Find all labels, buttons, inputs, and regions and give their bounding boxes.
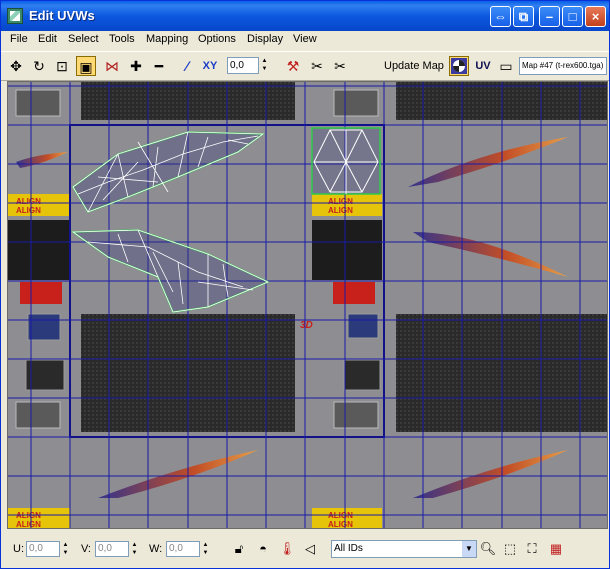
w-coordinate-input[interactable]: 0,0 [166, 541, 200, 557]
scale-icon[interactable]: ⊡ [52, 56, 72, 76]
hide-icon[interactable]: ◓ [254, 540, 272, 558]
offset-spinner-input[interactable]: 0,0 [227, 57, 259, 74]
uv-editor-viewport[interactable]: ALIGN ALIGN ALIGN ALIGN ALIGN ALIGN ALIG… [7, 81, 608, 529]
app-icon [7, 8, 23, 24]
menu-options[interactable]: Options [198, 33, 236, 45]
dock-window-button[interactable]: ⧉ [513, 6, 534, 27]
gadget-thumbnail [27, 313, 61, 341]
brand-3d-text: 3D [300, 320, 313, 331]
chevron-down-icon[interactable]: ▼ [462, 541, 476, 557]
grid-snap-icon[interactable]: ▦ [547, 540, 565, 558]
align-text: ALIGN [16, 197, 41, 206]
zoom-icon[interactable]: 🔍︎ [479, 540, 497, 558]
menu-file[interactable]: File [10, 33, 28, 45]
zoom-extents-icon[interactable]: ⛶ [523, 540, 541, 558]
lock-icon[interactable]: 🔓︎ [230, 540, 248, 558]
w-label: W: [149, 543, 163, 555]
update-map-button[interactable]: Update Map [384, 60, 444, 72]
contract-selection-icon[interactable]: ━ [149, 56, 169, 76]
menu-display[interactable]: Display [247, 33, 283, 45]
main-toolbar: ✥ ↻ ⊡ ▣ ⋈ ✚ ━ ∕ XY 0,0 ▲ ▼ ⚒ ✂ ✂ Update M… [1, 51, 609, 81]
align-text: ALIGN [16, 520, 41, 529]
gadget-thumbnail [347, 313, 379, 339]
offset-spinner-arrows[interactable]: ▲ ▼ [260, 57, 269, 74]
red-panel [333, 282, 375, 304]
checker-icon [451, 58, 467, 74]
minimize-button[interactable]: – [539, 6, 560, 27]
gadget-thumbnail [15, 401, 61, 429]
uv-shell-upper[interactable] [72, 131, 266, 213]
expand-selection-icon[interactable]: ✚ [126, 56, 146, 76]
id-filter-value: All IDs [334, 543, 363, 554]
align-text: ALIGN [328, 206, 353, 215]
menu-mapping[interactable]: Mapping [146, 33, 188, 45]
map-selector-dropdown[interactable]: Map #47 (t-rex600.tga) [519, 57, 607, 75]
maximize-button[interactable]: □ [562, 6, 583, 27]
align-text: ALIGN [328, 197, 353, 206]
menu-select[interactable]: Select [68, 33, 99, 45]
v-label: V: [81, 543, 91, 555]
uv-canvas[interactable]: ALIGN ALIGN ALIGN ALIGN ALIGN ALIGN ALIG… [8, 82, 608, 529]
w-spinner[interactable]: ▲ ▼ [201, 541, 210, 557]
gadget-thumbnail [333, 89, 379, 117]
mirror-icon[interactable]: ⋈ [102, 56, 122, 76]
show-map-icon[interactable] [449, 56, 469, 76]
display-options-icon[interactable]: ▭ [496, 56, 516, 76]
gadget-thumbnail [333, 401, 379, 429]
edit-uvws-window: Edit UVWs ⇔ ⧉ – □ × File Edit Select Too… [0, 0, 610, 569]
gadget-thumbnail [15, 89, 61, 117]
menu-edit[interactable]: Edit [38, 33, 57, 45]
decal-swoosh [16, 152, 68, 168]
title-bar[interactable]: Edit UVWs ⇔ ⧉ – □ × [1, 1, 609, 31]
menu-tools[interactable]: Tools [109, 33, 135, 45]
black-panel [8, 220, 70, 280]
black-panel [312, 220, 382, 280]
v-spinner[interactable]: ▲ ▼ [130, 541, 139, 557]
decal-swoosh [98, 450, 258, 498]
xy-icon[interactable]: XY [200, 56, 220, 76]
menu-view[interactable]: View [293, 33, 317, 45]
decal-swoosh [413, 450, 568, 498]
move-icon[interactable]: ✥ [6, 56, 26, 76]
rotate-icon[interactable]: ↻ [29, 56, 49, 76]
detach-icon[interactable]: ✂ [330, 56, 350, 76]
decal-swoosh [413, 232, 568, 277]
uv-shell-small[interactable] [311, 127, 381, 195]
gadget-thumbnail [25, 359, 65, 391]
edge-loop-icon[interactable]: ∕ [177, 56, 197, 76]
align-text: ALIGN [16, 206, 41, 215]
window-title: Edit UVWs [29, 8, 95, 23]
close-button[interactable]: × [585, 6, 606, 27]
gadget-thumbnail [343, 359, 381, 391]
v-coordinate-input[interactable]: 0,0 [95, 541, 129, 557]
id-filter-dropdown[interactable]: All IDs ▼ [331, 540, 477, 558]
break-icon[interactable]: ✂ [307, 56, 327, 76]
status-bar: U: 0,0 ▲ ▼ V: 0,0 ▲ ▼ W: 0,0 ▲ ▼ 🔓︎ ◓ 🌡︎ ◁ … [1, 533, 609, 568]
thermometer-icon[interactable]: 🌡︎ [278, 540, 296, 558]
align-text: ALIGN [328, 520, 353, 529]
decal-swoosh [408, 137, 568, 187]
weld-icon[interactable]: ⚒ [283, 56, 303, 76]
menu-bar: File Edit Select Tools Mapping Options D… [1, 31, 609, 50]
u-label: U: [13, 543, 24, 555]
u-coordinate-input[interactable]: 0,0 [26, 541, 60, 557]
red-panel [20, 282, 62, 304]
expand-window-button[interactable]: ⇔ [490, 6, 511, 27]
zoom-region-icon[interactable]: ⬚ [501, 540, 519, 558]
freeze-icon[interactable]: ◁ [301, 540, 319, 558]
uv-axis-button[interactable]: UV [473, 56, 493, 76]
freeform-icon[interactable]: ▣ [76, 56, 96, 76]
u-spinner[interactable]: ▲ ▼ [61, 541, 70, 557]
